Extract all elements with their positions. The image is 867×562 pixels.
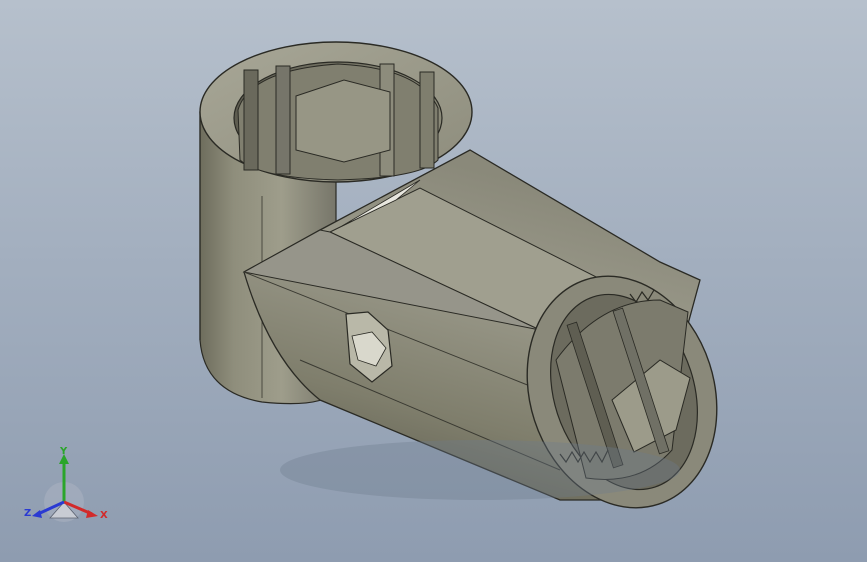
cad-model-view[interactable] (0, 0, 867, 562)
x-axis-label: X (100, 510, 108, 521)
model-shadow (280, 440, 680, 500)
y-axis-label: Y (59, 446, 68, 457)
x-axis-arrow (86, 510, 98, 518)
graphics-viewport[interactable]: Y X Z (0, 0, 867, 562)
z-axis-label: Z (24, 508, 31, 519)
orientation-triad[interactable]: Y X Z (24, 446, 108, 530)
